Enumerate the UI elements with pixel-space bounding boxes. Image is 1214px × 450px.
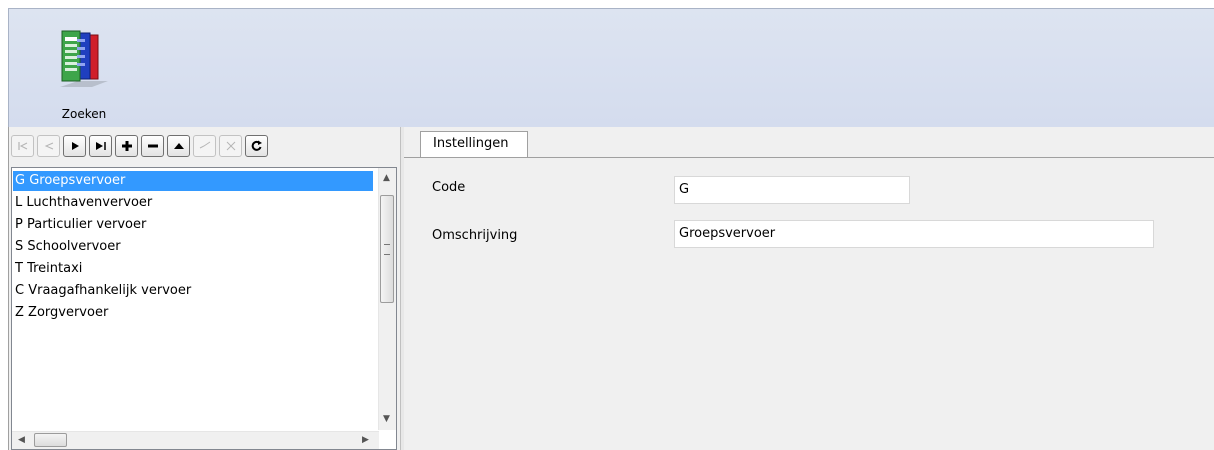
list-item[interactable]: C Vraagafhankelijk vervoer (13, 281, 373, 301)
prior-record-icon (44, 142, 53, 150)
list-item[interactable]: L Luchthavenvervoer (13, 193, 373, 213)
detail-panel: Instellingen Code G Omschrijving Groepsv… (404, 127, 1214, 450)
settings-tab-panel: Code G Omschrijving Groepsvervoer (404, 157, 1214, 450)
grip-icon (384, 244, 390, 255)
search-button-label: Zoeken (61, 107, 107, 121)
scroll-down-arrow-icon[interactable]: ▼ (383, 414, 390, 424)
next-record-button[interactable] (63, 135, 86, 157)
list-item[interactable]: P Particulier vervoer (13, 215, 373, 235)
first-record-icon (17, 142, 27, 150)
list-item[interactable]: S Schoolvervoer (13, 237, 373, 257)
list-item[interactable]: Z Zorgvervoer (13, 303, 373, 323)
code-field[interactable]: G (674, 176, 910, 204)
description-field[interactable]: Groepsvervoer (674, 220, 1154, 248)
cancel-icon (226, 141, 235, 151)
scroll-right-arrow-icon[interactable]: ▶ (362, 435, 369, 445)
last-record-icon (95, 142, 106, 150)
insert-record-button[interactable] (115, 135, 138, 157)
list-item[interactable]: T Treintaxi (13, 259, 373, 279)
horizontal-scrollbar[interactable]: ◀ ▶ (12, 431, 379, 449)
list-item[interactable]: G Groepsvervoer (13, 171, 373, 191)
cancel-record-button[interactable] (219, 135, 242, 157)
last-record-button[interactable] (89, 135, 112, 157)
tab-instellingen[interactable]: Instellingen (420, 131, 528, 158)
code-label: Code (432, 180, 466, 195)
refresh-icon (251, 140, 262, 151)
prior-record-button[interactable] (37, 135, 60, 157)
delete-record-button[interactable] (141, 135, 164, 157)
horizontal-scroll-thumb[interactable] (34, 433, 67, 447)
minus-icon (147, 144, 158, 148)
vertical-scrollbar[interactable]: ▲ ▼ (378, 168, 396, 430)
edit-record-button[interactable] (167, 135, 190, 157)
scroll-up-arrow-icon[interactable]: ▲ (383, 173, 390, 183)
record-list-panel: G Groepsvervoer L Luchthavenvervoer P Pa… (8, 127, 400, 450)
vertical-scroll-thumb[interactable] (380, 195, 394, 303)
first-record-button[interactable] (11, 135, 34, 157)
window-top-edge (0, 0, 1214, 8)
ribbon-toolbar: Zoeken (8, 8, 1214, 127)
post-record-button[interactable] (193, 135, 216, 157)
plus-icon (121, 141, 132, 151)
triangle-up-icon (173, 143, 184, 149)
search-button[interactable]: Zoeken (49, 29, 129, 127)
checkmark-icon (199, 141, 210, 149)
scroll-left-arrow-icon[interactable]: ◀ (18, 435, 25, 445)
refresh-button[interactable] (245, 135, 268, 157)
tab-strip: Instellingen (404, 127, 1214, 158)
description-label: Omschrijving (432, 228, 518, 243)
report-books-icon (60, 30, 108, 87)
record-navigator (11, 135, 399, 163)
next-record-icon (71, 142, 79, 150)
record-list[interactable]: G Groepsvervoer L Luchthavenvervoer P Pa… (11, 167, 397, 450)
